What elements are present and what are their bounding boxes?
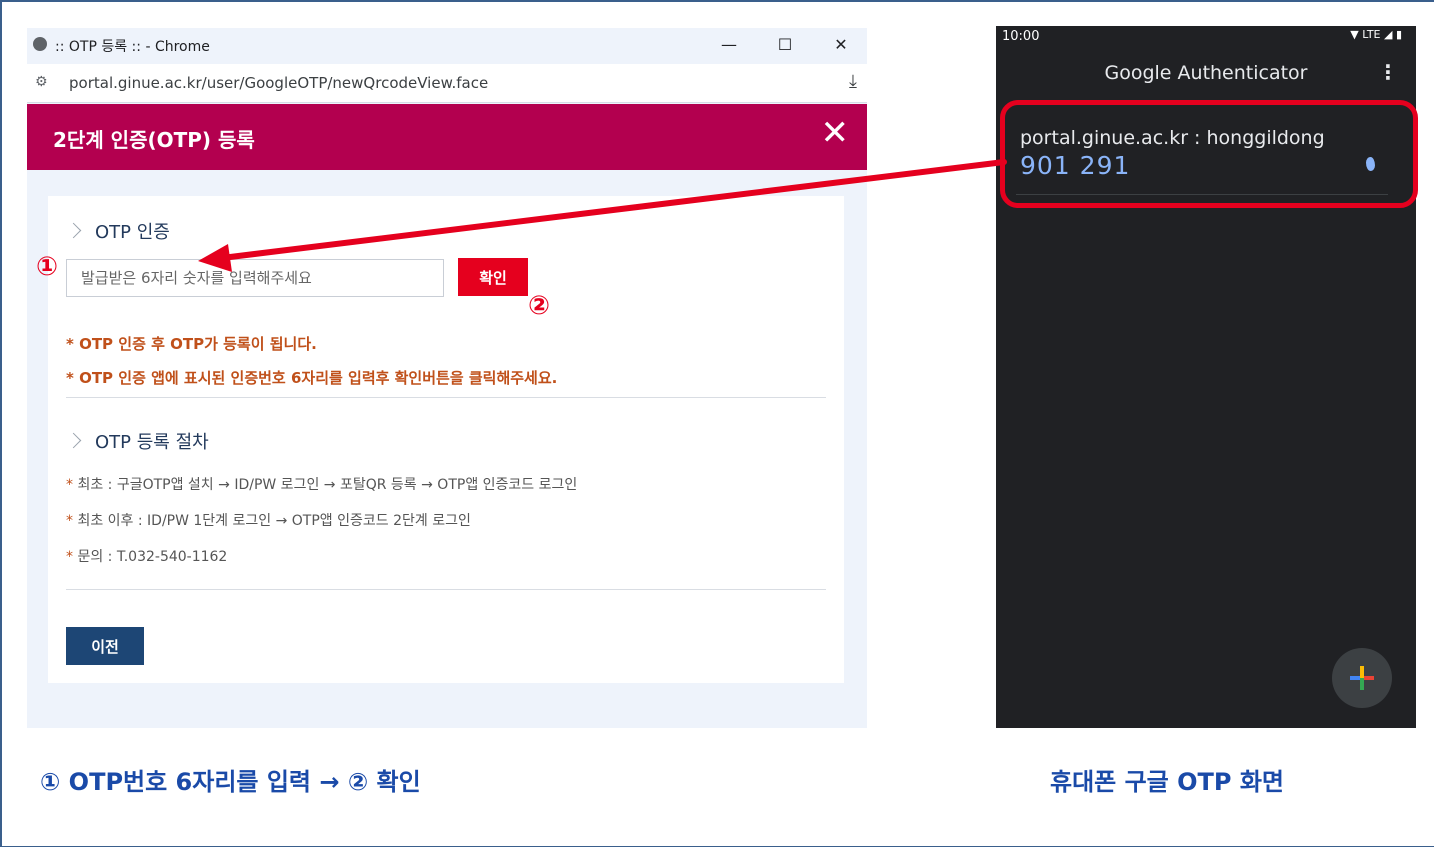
caption-right: 휴대폰 구글 OTP 화면 [1050, 768, 1284, 796]
caption-left: ① OTP번호 6자리를 입력 → ② 확인 [40, 768, 421, 796]
annotation-arrow [198, 159, 1007, 272]
